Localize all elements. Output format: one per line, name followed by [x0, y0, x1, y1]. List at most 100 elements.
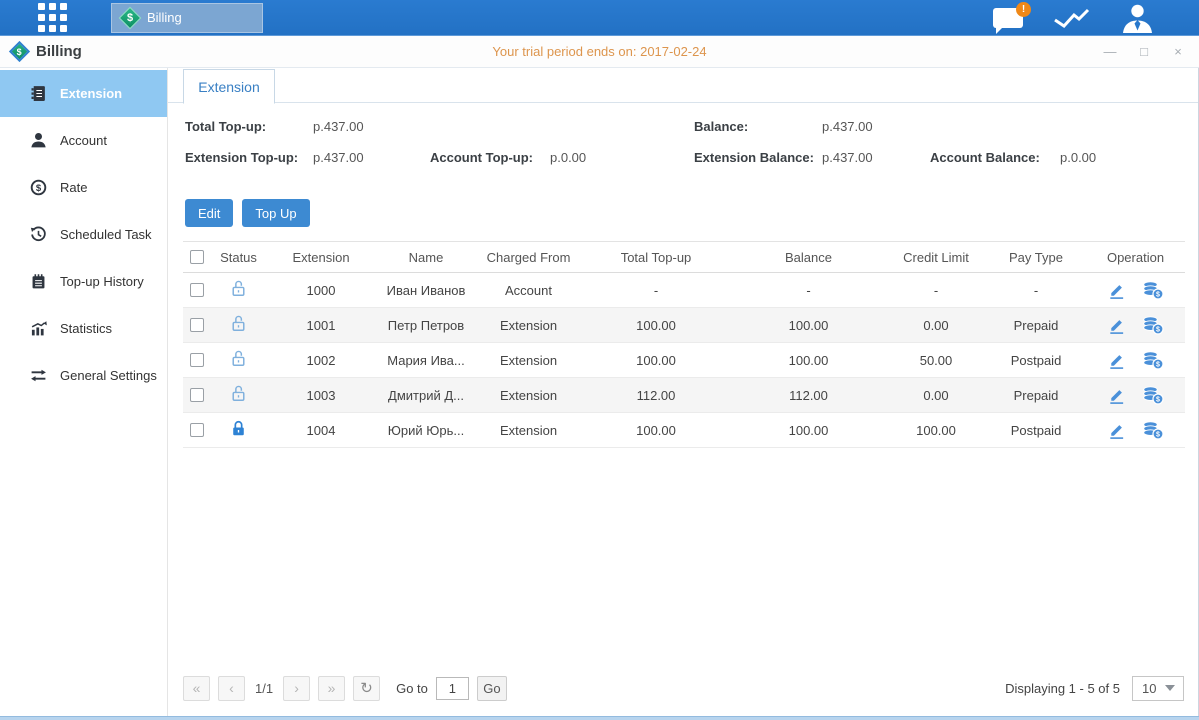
- top-up-coins-icon[interactable]: $: [1142, 421, 1164, 440]
- settings-arrows-icon: [30, 367, 47, 384]
- column-balance: Balance: [731, 242, 886, 273]
- top-up-coins-icon[interactable]: $: [1142, 351, 1164, 370]
- refresh-icon[interactable]: ↻: [353, 676, 380, 701]
- edit-pencil-icon[interactable]: [1107, 351, 1126, 370]
- balance-cell: 112.00: [731, 378, 886, 413]
- column-operation: Operation: [1086, 242, 1185, 273]
- row-checkbox[interactable]: [190, 283, 204, 297]
- credit-limit-cell: -: [886, 273, 986, 308]
- svg-text:$: $: [1156, 361, 1160, 368]
- column-pay-type: Pay Type: [986, 242, 1086, 273]
- balance-value: p.437.00: [822, 119, 873, 134]
- sidebar-item-statistics[interactable]: Statistics: [0, 305, 167, 352]
- billing-title-icon: $: [9, 41, 30, 62]
- goto-page-input[interactable]: [436, 677, 469, 700]
- charged-from-cell: Extension: [476, 413, 581, 448]
- person-icon: [30, 132, 47, 149]
- dollar-circle-icon: $: [30, 179, 47, 196]
- sidebar-item-rate[interactable]: $ Rate: [0, 164, 167, 211]
- window-title: Billing: [36, 43, 82, 60]
- edit-pencil-icon[interactable]: [1107, 386, 1126, 405]
- select-all-checkbox[interactable]: [190, 250, 204, 264]
- svg-text:$: $: [1156, 431, 1160, 438]
- table-row: 1002 Мария Ива... Extension 100.00 100.0…: [183, 343, 1185, 378]
- row-checkbox[interactable]: [190, 423, 204, 437]
- extension-balance-value: p.437.00: [822, 150, 873, 165]
- extension-cell: 1004: [266, 413, 376, 448]
- charged-from-cell: Extension: [476, 308, 581, 343]
- statistics-icon: [30, 320, 47, 337]
- next-page-button[interactable]: ›: [283, 676, 310, 701]
- app-grid-icon[interactable]: [38, 3, 67, 32]
- sidebar-item-general-settings[interactable]: General Settings: [0, 352, 167, 399]
- total-topup-cell: 112.00: [581, 378, 731, 413]
- sidebar-item-label: Account: [60, 133, 107, 148]
- table-row: 1001 Петр Петров Extension 100.00 100.00…: [183, 308, 1185, 343]
- lock-closed-icon: [229, 419, 248, 438]
- extension-topup-value: p.437.00: [313, 150, 364, 165]
- sidebar-item-label: Rate: [60, 180, 87, 195]
- total-topup-cell: 100.00: [581, 343, 731, 378]
- edit-button[interactable]: Edit: [185, 199, 233, 227]
- user-account-icon[interactable]: [1120, 3, 1155, 33]
- lock-open-icon: [229, 279, 248, 298]
- row-checkbox[interactable]: [190, 388, 204, 402]
- top-up-coins-icon[interactable]: $: [1142, 386, 1164, 405]
- table-body: 1000 Иван Иванов Account - - - - $: [183, 273, 1185, 448]
- minimize-button[interactable]: —: [1103, 44, 1117, 59]
- lock-open-icon: [229, 314, 248, 333]
- column-charged-from: Charged From: [476, 242, 581, 273]
- trial-notice: Your trial period ends on: 2017-02-24: [492, 44, 706, 59]
- account-balance-value: p.0.00: [1060, 150, 1096, 165]
- page-size-value: 10: [1142, 681, 1156, 696]
- pagination-bar: « ‹ 1/1 › » ↻ Go to Go Displaying 1 - 5 …: [183, 666, 1184, 710]
- app-window: $ Billing ! $ Billing Your trial period …: [0, 0, 1199, 720]
- credit-limit-cell: 0.00: [886, 308, 986, 343]
- top-up-coins-icon[interactable]: $: [1142, 281, 1164, 300]
- page-size-select[interactable]: 10: [1132, 676, 1184, 701]
- reports-chart-icon[interactable]: [1053, 5, 1090, 32]
- sidebar-item-label: Scheduled Task: [60, 227, 152, 242]
- top-up-coins-icon[interactable]: $: [1142, 316, 1164, 335]
- sidebar: Extension Account $ Rate Scheduled Task …: [0, 68, 168, 716]
- tab-extension[interactable]: Extension: [183, 69, 275, 104]
- pay-type-cell: Postpaid: [986, 413, 1086, 448]
- name-cell: Иван Иванов: [376, 273, 476, 308]
- sidebar-item-scheduled-task[interactable]: Scheduled Task: [0, 211, 167, 258]
- window-bottom-edge: [0, 716, 1199, 720]
- total-topup-cell: 100.00: [581, 413, 731, 448]
- prev-page-button[interactable]: ‹: [218, 676, 245, 701]
- top-up-button[interactable]: Top Up: [242, 199, 309, 227]
- charged-from-cell: Account: [476, 273, 581, 308]
- taskbar-billing-tab[interactable]: $ Billing: [111, 3, 263, 33]
- balance-cell: -: [731, 273, 886, 308]
- balance-label: Balance:: [694, 119, 748, 134]
- extension-balance-label: Extension Balance:: [694, 150, 814, 165]
- total-topup-cell: -: [581, 273, 731, 308]
- row-checkbox[interactable]: [190, 353, 204, 367]
- row-checkbox[interactable]: [190, 318, 204, 332]
- messages-icon[interactable]: !: [993, 8, 1023, 28]
- edit-pencil-icon[interactable]: [1107, 421, 1126, 440]
- extension-table: Status Extension Name Charged From Total…: [183, 241, 1185, 448]
- sidebar-item-topup-history[interactable]: Top-up History: [0, 258, 167, 305]
- maximize-button[interactable]: □: [1137, 44, 1151, 59]
- go-button[interactable]: Go: [477, 676, 507, 701]
- column-name: Name: [376, 242, 476, 273]
- first-page-button[interactable]: «: [183, 676, 210, 701]
- pay-type-cell: Prepaid: [986, 308, 1086, 343]
- extension-cell: 1003: [266, 378, 376, 413]
- close-button[interactable]: ×: [1171, 44, 1185, 59]
- table-header-row: Status Extension Name Charged From Total…: [183, 242, 1185, 273]
- sidebar-item-extension[interactable]: Extension: [0, 70, 167, 117]
- billing-app-icon: $: [119, 6, 142, 29]
- name-cell: Петр Петров: [376, 308, 476, 343]
- extension-topup-label: Extension Top-up:: [185, 150, 298, 165]
- last-page-button[interactable]: »: [318, 676, 345, 701]
- balance-cell: 100.00: [731, 343, 886, 378]
- column-status: Status: [211, 242, 266, 273]
- edit-pencil-icon[interactable]: [1107, 281, 1126, 300]
- edit-pencil-icon[interactable]: [1107, 316, 1126, 335]
- sidebar-item-account[interactable]: Account: [0, 117, 167, 164]
- pay-type-cell: -: [986, 273, 1086, 308]
